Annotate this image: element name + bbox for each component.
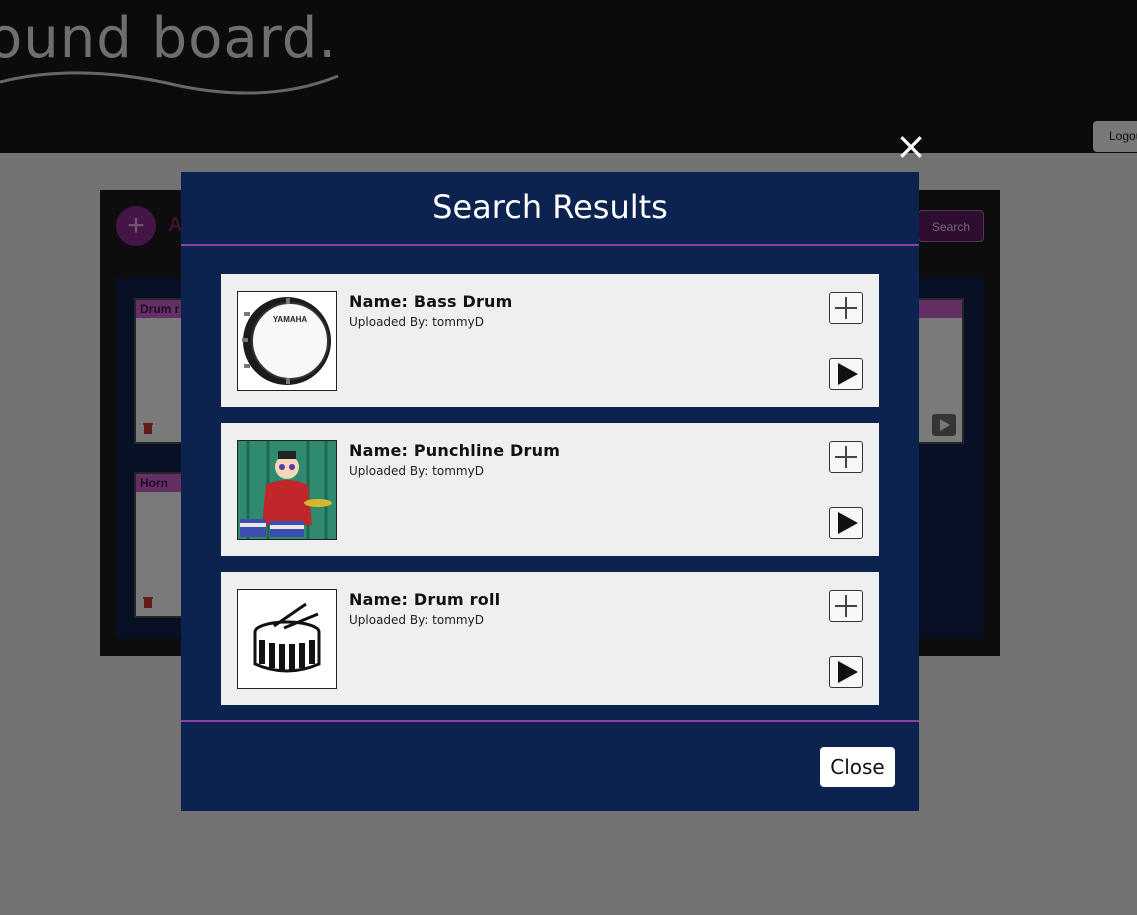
result-name: Name: Punchline Drum [349, 441, 561, 460]
bass-drum-icon: YAMAHA [237, 291, 337, 391]
add-to-board-button[interactable] [829, 292, 863, 324]
close-button[interactable]: Close [820, 747, 895, 787]
result-uploader: Uploaded By: tommyD [349, 315, 484, 329]
add-to-board-button[interactable] [829, 590, 863, 622]
close-icon[interactable]: × [893, 127, 929, 165]
result-item: Name: Punchline Drum Uploaded By: tommyD [221, 423, 879, 556]
result-name: Name: Bass Drum [349, 292, 513, 311]
result-name: Name: Drum roll [349, 590, 501, 609]
play-button[interactable] [829, 358, 863, 390]
search-results-modal: Search Results YAMAHA Name: Bass Drum Up… [181, 172, 919, 811]
divider [181, 244, 919, 246]
snare-drum-icon [237, 589, 337, 689]
drummer-cartoon-icon [237, 440, 337, 540]
result-uploader: Uploaded By: tommyD [349, 464, 484, 478]
divider [181, 720, 919, 722]
result-item: Name: Drum roll Uploaded By: tommyD [221, 572, 879, 705]
add-to-board-button[interactable] [829, 441, 863, 473]
play-button[interactable] [829, 656, 863, 688]
result-item: YAMAHA Name: Bass Drum Uploaded By: tomm… [221, 274, 879, 407]
svg-text:YAMAHA: YAMAHA [273, 315, 308, 324]
modal-title: Search Results [432, 188, 668, 226]
result-uploader: Uploaded By: tommyD [349, 613, 484, 627]
play-button[interactable] [829, 507, 863, 539]
